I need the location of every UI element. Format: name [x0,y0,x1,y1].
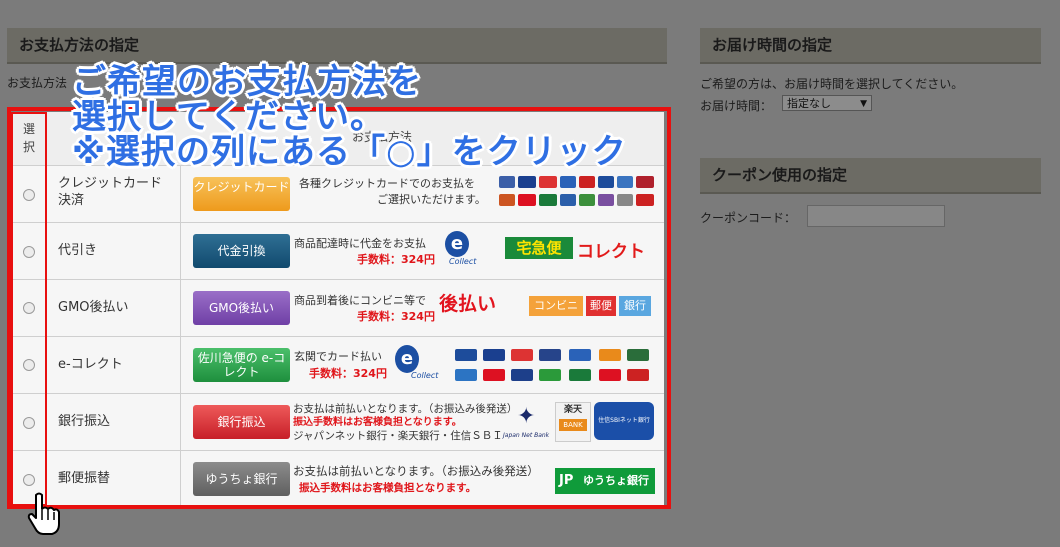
coupon-section-title: クーポン使用の指定 [700,158,1041,194]
chevron-down-icon: ▼ [860,99,867,109]
delivery-time-value: 指定なし [787,97,831,110]
hand-cursor-icon [27,492,60,535]
payment-intro: お支払方法 [7,76,68,90]
select-column-highlight [11,112,47,506]
coupon-code-input[interactable] [807,205,945,227]
delivery-note: ご希望の方は、お届け時間を選択してください。 [700,77,964,91]
delivery-section-title: お届け時間の指定 [700,28,1041,64]
coupon-label: クーポンコード： [700,211,797,225]
delivery-label: お届け時間： [700,99,773,113]
callout-line-3: ※選択の列にある「○」をクリック [72,132,627,172]
delivery-time-select[interactable]: 指定なし ▼ [782,95,872,111]
